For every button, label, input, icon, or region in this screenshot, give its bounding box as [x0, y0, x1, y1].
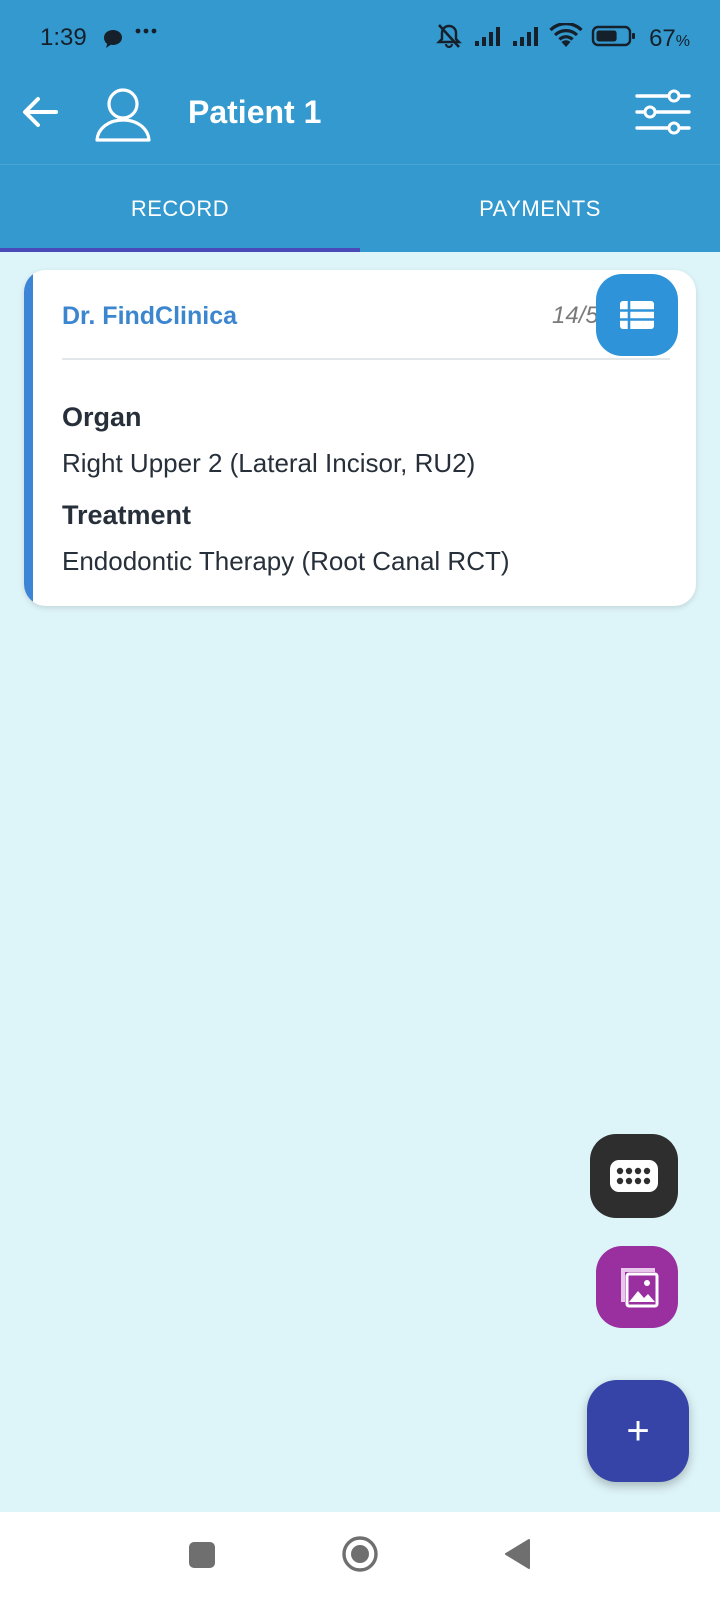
signal-icon: [473, 24, 503, 54]
organ-value: Right Upper 2 (Lateral Incisor, RU2): [62, 448, 476, 478]
organ-label: Organ: [62, 402, 142, 432]
card-accent-bar: [24, 270, 33, 606]
plus-icon: +: [626, 1408, 650, 1453]
filter-button[interactable]: [634, 88, 692, 136]
teeth-icon: [610, 1160, 658, 1192]
system-back-button[interactable]: [502, 1536, 532, 1572]
chat-icon: [102, 28, 124, 56]
home-circle-icon: [342, 1536, 378, 1572]
recents-button[interactable]: [189, 1542, 215, 1568]
gallery-button[interactable]: [596, 1246, 678, 1328]
doctor-name: Dr. FindClinica: [62, 302, 238, 330]
teeth-chart-button[interactable]: [590, 1134, 678, 1218]
treatment-value: Endodontic Therapy (Root Canal RCT): [62, 546, 510, 576]
battery-percent: 67%: [649, 25, 690, 52]
person-icon[interactable]: [92, 82, 154, 144]
status-time: 1:39: [40, 24, 87, 51]
record-details-button[interactable]: [596, 274, 678, 356]
card-divider: [62, 358, 670, 360]
add-record-button[interactable]: +: [587, 1380, 689, 1482]
list-icon: [620, 301, 654, 329]
tab-record[interactable]: RECORD: [0, 165, 360, 252]
record-date: 14/5: [552, 302, 599, 329]
tab-bar: RECORD PAYMENTS: [0, 165, 720, 252]
battery-icon: [591, 24, 637, 54]
filter-sliders-icon: [635, 89, 691, 135]
system-nav-bar: [0, 1512, 720, 1600]
wifi-icon: [549, 22, 583, 55]
back-button[interactable]: [14, 86, 66, 138]
mute-icon: [433, 22, 465, 56]
home-button[interactable]: [340, 1534, 380, 1574]
more-dots-icon: [134, 20, 158, 48]
status-icons: 67%: [433, 22, 690, 56]
page-title: Patient 1: [188, 94, 322, 130]
signal-icon: [511, 24, 541, 54]
back-arrow-icon: [23, 97, 58, 127]
status-bar: 1:39 67%: [0, 0, 720, 72]
treatment-label: Treatment: [62, 500, 192, 530]
app-bar: 1:39 67% Patient 1 RECORD PAYMENTS: [0, 0, 720, 252]
toolbar: Patient 1: [0, 72, 720, 164]
back-triangle-icon: [505, 1539, 530, 1569]
tab-payments[interactable]: PAYMENTS: [360, 165, 720, 252]
gallery-icon: [621, 1268, 659, 1308]
